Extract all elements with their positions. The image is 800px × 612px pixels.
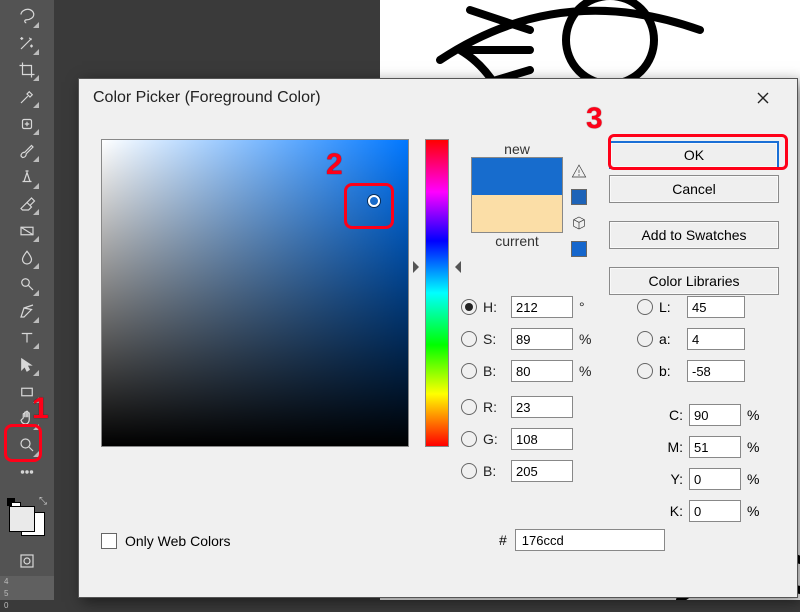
color-picker-dialog: Color Picker (Foreground Color) new curr…: [78, 78, 798, 598]
green-input[interactable]: [511, 428, 573, 450]
gamut-nearest-swatch[interactable]: [571, 189, 587, 205]
lab-b-label: b:: [659, 363, 681, 379]
color-preview: [471, 157, 563, 233]
add-to-swatches-button[interactable]: Add to Swatches: [609, 221, 779, 249]
blue-label: B:: [483, 463, 505, 479]
hue-slider[interactable]: [425, 139, 449, 447]
red-label: R:: [483, 399, 505, 415]
brush-tool[interactable]: [14, 138, 40, 163]
zoom-tool[interactable]: [14, 433, 40, 458]
cmyk-k-label: K:: [663, 503, 683, 519]
hex-input[interactable]: [515, 529, 665, 551]
quick-mask-toggle[interactable]: [14, 548, 40, 573]
dialog-title: Color Picker (Foreground Color): [93, 89, 321, 107]
cmyk-m-input[interactable]: [689, 436, 741, 458]
hue-radio[interactable]: [461, 299, 477, 315]
cmyk-y-input[interactable]: [689, 468, 741, 490]
path-select-tool[interactable]: [14, 352, 40, 377]
ok-button[interactable]: OK: [609, 141, 779, 169]
magic-wand-tool[interactable]: [14, 31, 40, 56]
color-field[interactable]: [101, 139, 409, 447]
cmyk-c-input[interactable]: [689, 404, 741, 426]
edit-toolbar[interactable]: [14, 460, 40, 485]
red-input[interactable]: [511, 396, 573, 418]
eyedropper-tool[interactable]: [14, 84, 40, 109]
lab-l-radio[interactable]: [637, 299, 653, 315]
cmyk-m-label: M:: [663, 439, 683, 455]
blue-input[interactable]: [511, 460, 573, 482]
current-color-swatch[interactable]: [472, 195, 562, 232]
lab-b-input[interactable]: [687, 360, 745, 382]
current-color-label: current: [471, 233, 563, 249]
lasso-tool[interactable]: [14, 4, 40, 29]
swap-colors-icon[interactable]: ⤡: [39, 496, 47, 507]
close-icon: [756, 91, 770, 105]
green-label: G:: [483, 431, 505, 447]
dodge-tool[interactable]: [14, 272, 40, 297]
lab-a-label: a:: [659, 331, 681, 347]
saturation-input[interactable]: [511, 328, 573, 350]
lab-a-radio[interactable]: [637, 331, 653, 347]
new-color-label: new: [471, 141, 563, 157]
hex-prefix: #: [499, 532, 507, 548]
tools-panel: ⤡ 4 5 0: [0, 0, 54, 600]
annotation-number-1: 1: [32, 392, 49, 426]
annotation-number-3: 3: [586, 102, 603, 136]
lab-a-input[interactable]: [687, 328, 745, 350]
only-web-colors-label: Only Web Colors: [125, 533, 231, 549]
websafe-warning-icon[interactable]: [571, 215, 587, 231]
brightness-input[interactable]: [511, 360, 573, 382]
brightness-radio[interactable]: [461, 363, 477, 379]
new-color-swatch[interactable]: [472, 158, 562, 195]
brightness-label: B:: [483, 363, 505, 379]
cancel-button[interactable]: Cancel: [609, 175, 779, 203]
gradient-tool[interactable]: [14, 218, 40, 243]
lab-l-label: L:: [659, 299, 681, 315]
close-button[interactable]: [743, 83, 783, 113]
blur-tool[interactable]: [14, 245, 40, 270]
gamut-warning-icon[interactable]: [571, 163, 587, 179]
pen-tool[interactable]: [14, 299, 40, 324]
spot-heal-tool[interactable]: [14, 111, 40, 136]
ruler-readout: 4 5 0: [0, 576, 54, 600]
hue-label: H:: [483, 299, 505, 315]
cmyk-k-input[interactable]: [689, 500, 741, 522]
annotation-number-2: 2: [326, 148, 343, 182]
lab-b-radio[interactable]: [637, 363, 653, 379]
cmyk-y-label: Y:: [663, 471, 683, 487]
cmyk-c-label: C:: [663, 407, 683, 423]
hue-unit: °: [579, 299, 595, 315]
crop-tool[interactable]: [14, 58, 40, 83]
only-web-colors-checkbox[interactable]: [101, 533, 117, 549]
eraser-tool[interactable]: [14, 192, 40, 217]
type-tool[interactable]: [14, 326, 40, 351]
saturation-radio[interactable]: [461, 331, 477, 347]
hue-input[interactable]: [511, 296, 573, 318]
clone-stamp-tool[interactable]: [14, 165, 40, 190]
color-field-marker[interactable]: [368, 195, 380, 207]
red-radio[interactable]: [461, 399, 477, 415]
foreground-background-swatch[interactable]: ⤡: [7, 496, 47, 538]
saturation-label: S:: [483, 331, 505, 347]
blue-radio[interactable]: [461, 463, 477, 479]
green-radio[interactable]: [461, 431, 477, 447]
lab-l-input[interactable]: [687, 296, 745, 318]
websafe-nearest-swatch[interactable]: [571, 241, 587, 257]
foreground-color-swatch[interactable]: [9, 506, 35, 532]
